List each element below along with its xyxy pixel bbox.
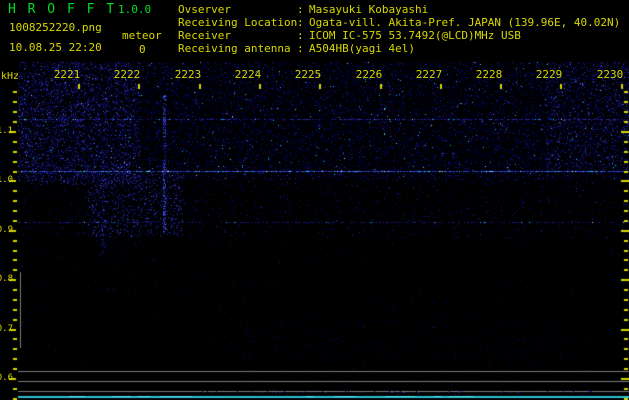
freq-tick-label: 0.9 <box>0 225 13 235</box>
info-label: Ovserver <box>178 3 297 16</box>
station-info-row: Receiver:ICOM IC-575 53.7492(@LCD)MHz US… <box>178 29 620 42</box>
time-tick-label: 2223 <box>175 68 202 81</box>
info-label: Receiving Location <box>178 16 297 29</box>
station-info-row: Receiving antenna:A504HB(yagi 4el) <box>178 42 620 55</box>
observation-datetime: 10.08.25 22:20 <box>9 41 102 54</box>
time-tick-label: 2222 <box>114 68 141 81</box>
info-colon: : <box>297 42 309 55</box>
time-tick-label: 2230 <box>597 68 624 81</box>
time-tick-label: 2224 <box>235 68 262 81</box>
meteor-count-value: 0 <box>139 43 146 56</box>
freq-tick-label: 1.1 <box>0 126 13 136</box>
output-filename: 1008252220.png <box>9 21 102 34</box>
freq-tick-label: 0.8 <box>0 274 13 284</box>
freq-tick-label: 0.7 <box>0 324 13 334</box>
time-tick-label: 2227 <box>416 68 443 81</box>
spectrogram-canvas <box>0 0 629 400</box>
time-tick-label: 2229 <box>536 68 563 81</box>
info-colon: : <box>297 29 309 42</box>
info-label: Receiving antenna <box>178 42 297 55</box>
freq-tick-label: 1.0 <box>0 175 13 185</box>
info-colon: : <box>297 16 309 29</box>
app-version: 1.0.0 <box>118 3 151 16</box>
time-tick-label: 2221 <box>54 68 81 81</box>
info-label: Receiver <box>178 29 297 42</box>
time-tick-label: 2225 <box>295 68 322 81</box>
info-value: A504HB(yagi 4el) <box>309 42 415 55</box>
freq-tick-label: 0.6 <box>0 373 13 383</box>
info-value: ICOM IC-575 53.7492(@LCD)MHz USB <box>309 29 521 42</box>
station-info-row: Receiving Location:Ogata-vill. Akita-Pre… <box>178 16 620 29</box>
frequency-unit-label: kHz <box>1 71 19 82</box>
info-colon: : <box>297 3 309 16</box>
station-info-block: Ovserver:Masayuki KobayashiReceiving Loc… <box>178 3 620 55</box>
info-value: Ogata-vill. Akita-Pref. JAPAN (139.96E, … <box>309 16 620 29</box>
meteor-count-label: meteor <box>122 29 162 42</box>
station-info-row: Ovserver:Masayuki Kobayashi <box>178 3 620 16</box>
info-value: Masayuki Kobayashi <box>309 3 428 16</box>
hrofft-spectrogram-image: H R O F F T 1.0.0 1008252220.png 10.08.2… <box>0 0 629 400</box>
app-title: H R O F F T <box>8 2 116 17</box>
time-tick-label: 2228 <box>476 68 503 81</box>
time-tick-label: 2226 <box>356 68 383 81</box>
